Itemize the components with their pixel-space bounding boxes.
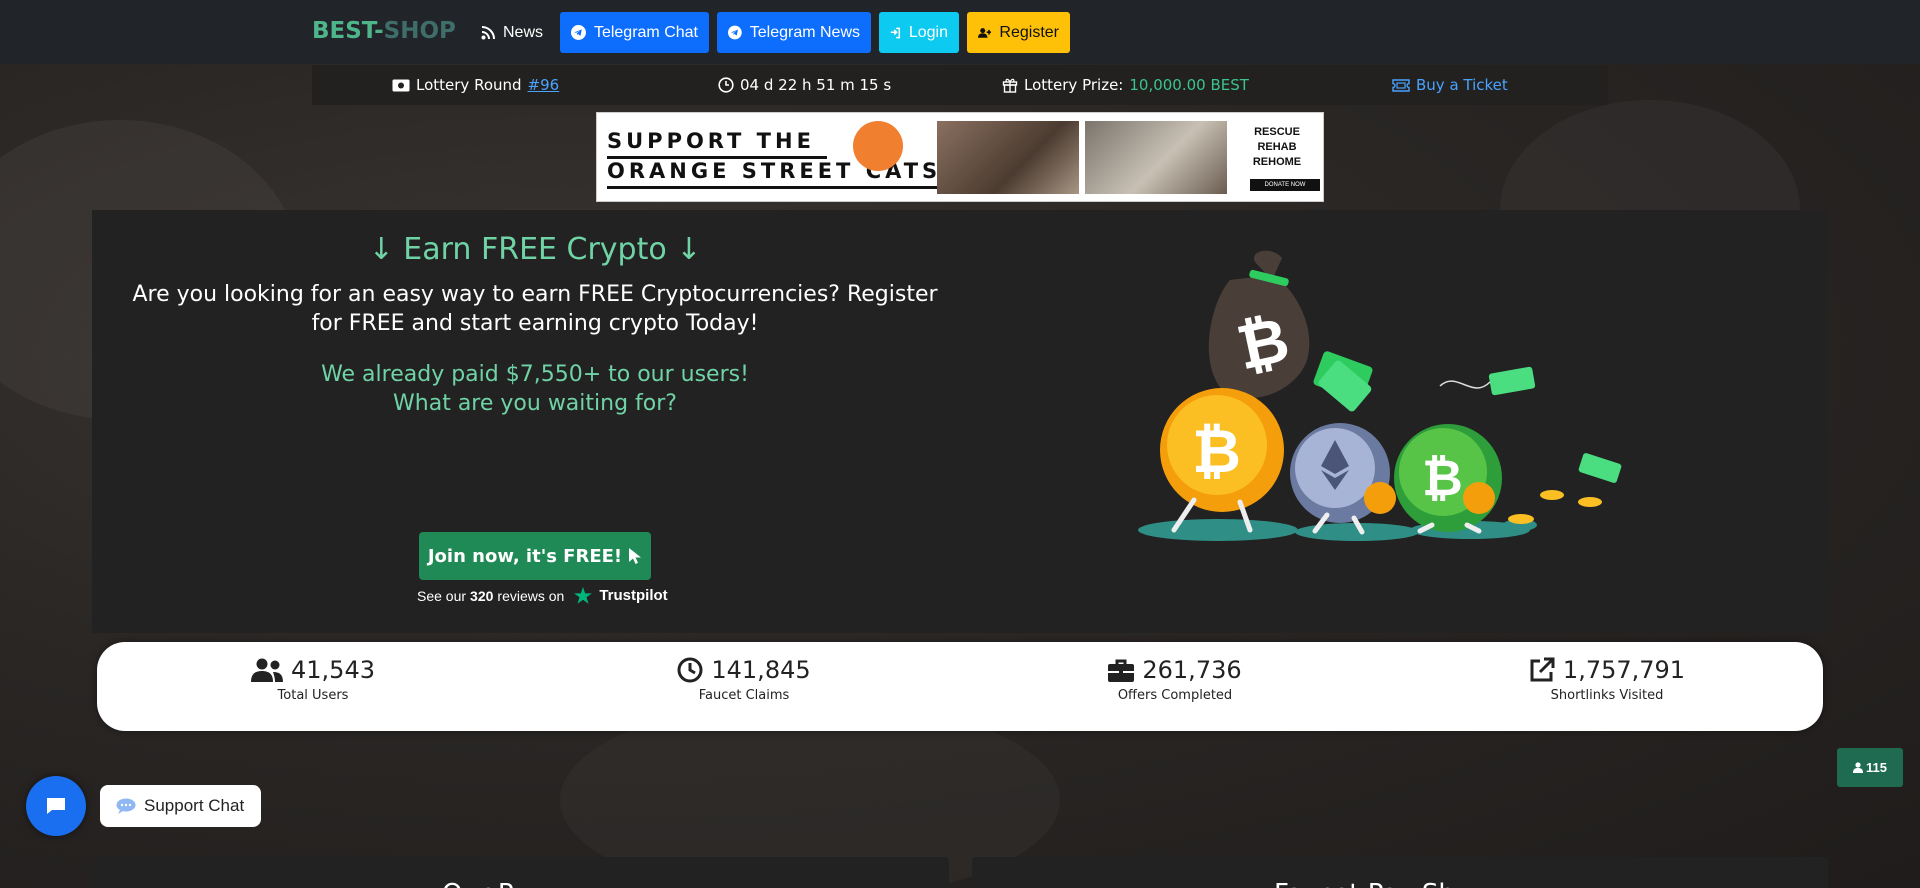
hero-title-text: Earn FREE Crypto	[403, 232, 667, 267]
trustpilot-widget[interactable]: See our 320 reviews on Trustpilot	[417, 587, 668, 604]
cat-photo	[1085, 121, 1227, 194]
stat-label: Offers Completed	[1117, 688, 1233, 703]
gift-icon	[1002, 78, 1018, 93]
buy-ticket-link[interactable]: Buy a Ticket	[1392, 76, 1508, 94]
clock-icon	[677, 657, 703, 683]
briefcase-icon	[1108, 659, 1135, 682]
card-our-partners: Our P	[92, 857, 949, 888]
banner-headline-1: SUPPORT THE	[607, 129, 815, 153]
telegram-news-button[interactable]: Telegram News	[717, 12, 871, 53]
telegram-icon	[571, 25, 586, 40]
hero-paid-text: We already paid $7,550+ to our users! Wh…	[122, 360, 948, 418]
telegram-icon	[728, 25, 742, 40]
arrow-down-icon: ↓	[676, 232, 702, 267]
top-navbar: BEST-SHOP News Telegram Chat Telegram Ne…	[0, 0, 1920, 64]
stats-panel: 41,543 Total Users 141,845 Faucet Claims…	[97, 642, 1823, 731]
card-faucetpay-shop: Faucet Pay Sh	[972, 857, 1828, 888]
rss-icon	[481, 25, 495, 39]
cursor-pointer-icon	[629, 548, 642, 564]
register-button[interactable]: Register	[967, 12, 1070, 53]
login-label: Login	[908, 23, 948, 41]
banner-rescue-text: RESCUE REHAB REHOME	[1237, 125, 1317, 170]
lottery-round-link[interactable]: #96	[528, 76, 560, 94]
stat-total-users: 41,543 Total Users	[163, 656, 463, 703]
support-chat-label: Support Chat	[144, 796, 245, 815]
cat-photo	[937, 121, 1079, 194]
banner-rescue-line: REHOME	[1252, 156, 1302, 168]
stat-value: 261,736	[1142, 656, 1242, 684]
stat-value: 41,543	[291, 656, 375, 684]
site-logo[interactable]: BEST-SHOP	[312, 18, 456, 44]
trustpilot-count: 320	[470, 587, 494, 604]
ad-banner[interactable]: SUPPORT THE ORANGE STREET CATS RESCUE RE…	[596, 112, 1324, 202]
lottery-countdown: 04 d 22 h 51 m 15 s	[740, 76, 892, 94]
clock-icon	[718, 77, 734, 93]
stat-value: 1,757,791	[1562, 656, 1686, 684]
card-title: Faucet Pay Sh	[1274, 879, 1455, 888]
svg-text:₿: ₿	[1192, 417, 1241, 487]
login-button[interactable]: Login	[879, 12, 959, 53]
card-title: Our P	[442, 879, 514, 888]
banner-rescue-line: REHAB	[1257, 141, 1297, 153]
crypto-coins-illustration: ₿ ₿ ₿	[1138, 250, 1622, 541]
trustpilot-text: See our	[417, 587, 467, 604]
stat-offers-completed: 261,736 Offers Completed	[1025, 656, 1325, 703]
lottery-prize: Lottery Prize: 10,000.00 BEST	[1002, 76, 1249, 94]
user-icon	[1853, 762, 1863, 773]
trustpilot-brand: Trustpilot	[599, 587, 668, 604]
banner-donate-button[interactable]: DONATE NOW	[1250, 179, 1320, 191]
join-now-button[interactable]: Join now, it's FREE!	[419, 532, 651, 580]
users-icon	[251, 658, 283, 682]
lottery-bar: Lottery Round #96 04 d 22 h 51 m 15 s Lo…	[312, 65, 1608, 105]
trustpilot-text: reviews on	[497, 587, 565, 604]
sign-in-icon	[890, 27, 901, 38]
nav-news-link[interactable]: News	[470, 12, 554, 53]
nav-news-label: News	[503, 23, 544, 41]
ticket-icon	[1392, 78, 1410, 92]
telegram-news-label: Telegram News	[749, 23, 860, 41]
stat-label: Shortlinks Visited	[1550, 688, 1664, 703]
hero-subtitle: Are you looking for an easy way to earn …	[132, 282, 938, 336]
trustpilot-star-icon	[574, 587, 593, 604]
hero-paid-line: What are you waiting for?	[393, 391, 677, 416]
support-chat-button[interactable]: Support Chat	[100, 785, 261, 827]
logo-text-dim: SHOP	[383, 18, 456, 44]
stat-label: Faucet Claims	[698, 688, 790, 703]
arrow-down-icon: ↓	[368, 232, 394, 267]
ticket-money-icon	[392, 79, 410, 91]
speech-bubble-icon	[116, 798, 136, 814]
buy-ticket-label: Buy a Ticket	[1416, 76, 1508, 94]
stat-value: 141,845	[711, 656, 811, 684]
banner-rescue-line: RESCUE	[1254, 126, 1300, 138]
telegram-chat-label: Telegram Chat	[593, 23, 698, 41]
svg-text:₿: ₿	[1422, 449, 1463, 507]
stat-label: Total Users	[277, 688, 349, 703]
support-chat-launcher[interactable]	[26, 776, 86, 836]
online-users-badge[interactable]: 115	[1837, 748, 1903, 787]
stat-shortlinks-visited: 1,757,791 Shortlinks Visited	[1457, 656, 1757, 703]
lottery-prize-value: 10,000.00 BEST	[1129, 76, 1249, 94]
lottery-round-label: Lottery Round	[416, 76, 522, 94]
hero-title: ↓ Earn FREE Crypto ↓	[92, 232, 978, 267]
lottery-timer: 04 d 22 h 51 m 15 s	[718, 76, 891, 94]
banner-rule	[607, 186, 937, 189]
external-link-icon	[1530, 657, 1555, 682]
lottery-prize-label: Lottery Prize:	[1024, 76, 1124, 94]
stat-faucet-claims: 141,845 Faucet Claims	[594, 656, 894, 703]
hero-section: ↓ Earn FREE Crypto ↓ Are you looking for…	[92, 210, 1828, 633]
lottery-round: Lottery Round #96	[392, 76, 559, 94]
cat-logo-icon	[853, 121, 903, 171]
logo-text: BEST-	[312, 18, 384, 44]
user-plus-icon	[978, 27, 992, 38]
hero-paid-line: We already paid $7,550+ to our users!	[321, 362, 749, 387]
chat-bubble-icon	[47, 798, 65, 814]
online-users-count: 115	[1866, 760, 1887, 775]
join-now-label: Join now, it's FREE!	[427, 545, 623, 567]
telegram-chat-button[interactable]: Telegram Chat	[560, 12, 709, 53]
register-label: Register	[999, 23, 1059, 41]
